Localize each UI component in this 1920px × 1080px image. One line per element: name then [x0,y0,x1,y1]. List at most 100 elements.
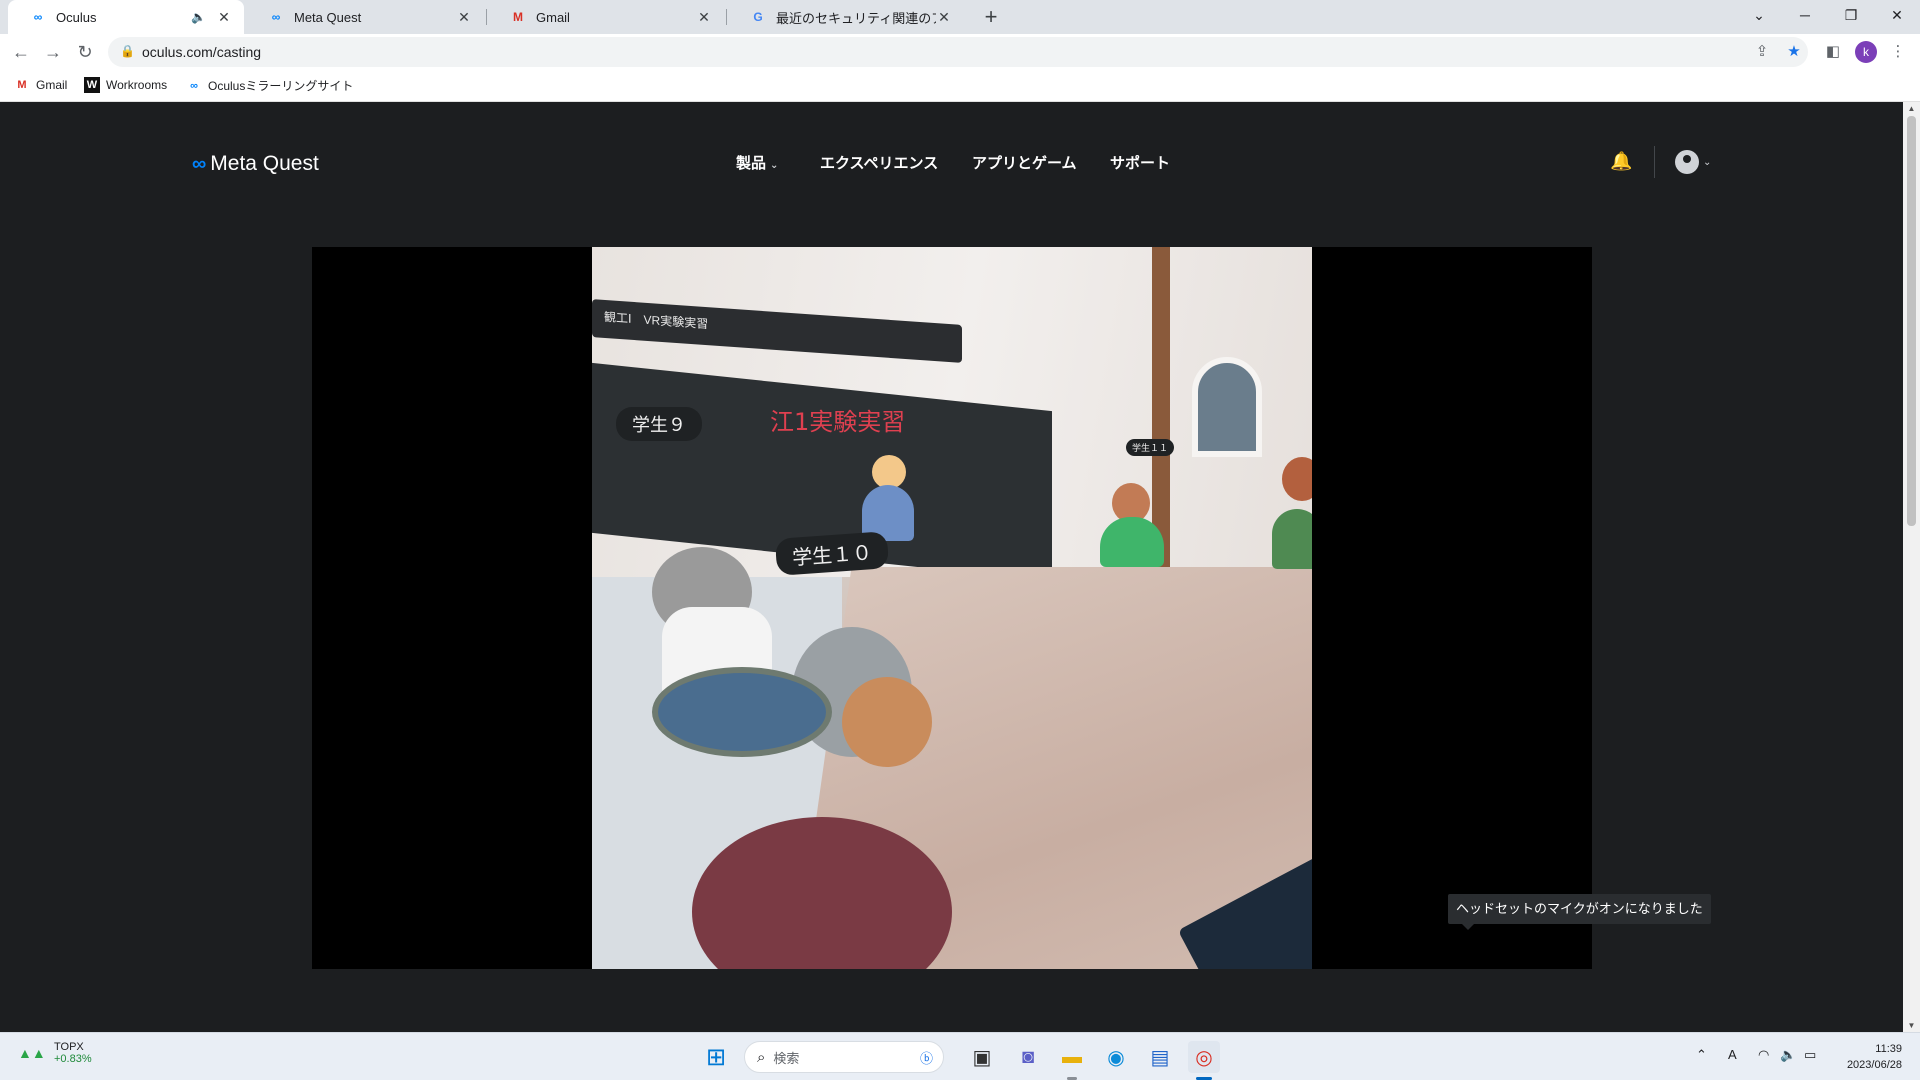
tab-search-button[interactable]: ⌄ [1736,0,1782,30]
store-icon[interactable]: ▤ [1144,1041,1176,1073]
mic-on-tooltip: ヘッドセットのマイクがオンになりました [1448,894,1711,930]
search-icon: ⌕ [757,1048,766,1066]
volume-icon[interactable]: 🔈 [1780,1047,1796,1063]
close-icon[interactable]: ✕ [456,9,472,26]
tab-title: Gmail [536,9,570,25]
tab-title: Meta Quest [294,9,362,25]
avatar-body [1100,517,1164,567]
tab-security-activity[interactable]: G 最近のセキュリティ関連のアクティビテ ✕ [728,0,964,34]
edge-icon[interactable]: ◉ [1100,1041,1132,1073]
tab-oculus[interactable]: ∞ Oculus 🔈 ✕ [8,0,244,34]
wifi-icon[interactable]: ◠ [1758,1047,1769,1063]
meta-icon: ∞ [271,10,281,24]
meta-icon: ∞ [190,79,198,92]
gmail-icon: M [513,10,523,24]
stock-chart-icon: ▲▲ [18,1045,46,1061]
casting-video-player[interactable]: 観工Ⅰ VR実験実習 江1実験実習 学生９ 学生１０ 学生１１ [312,247,1592,969]
system-clock[interactable]: 11:39 2023/06/28 [1838,1041,1902,1073]
reload-button[interactable]: ↻ [73,40,97,64]
address-bar[interactable]: 🔒 oculus.com/casting [108,37,1808,67]
tab-separator [726,9,727,25]
share-icon[interactable]: ⇪ [1752,42,1772,62]
speaker-icon[interactable]: 🔈 [191,10,206,24]
chrome-icon[interactable]: ◎ [1188,1041,1220,1073]
bookmark-oculus-mirroring[interactable]: ∞ Oculusミラーリングサイト [186,77,353,94]
bookmark-label: Gmail [36,78,68,92]
forward-button[interactable]: → [41,40,65,64]
bookmark-label: Workrooms [106,78,168,92]
tab-meta-quest[interactable]: ∞ Meta Quest ✕ [246,0,484,34]
tab-separator [486,9,487,25]
nav-support[interactable]: サポート [1110,152,1170,173]
browser-toolbar: ← → ↻ 🔒 oculus.com/casting ⇪ ★ ◧ k ⋮ [0,34,1920,70]
file-explorer-icon[interactable]: ▬ [1056,1041,1088,1073]
nav-label: 製品 [736,155,767,172]
window-close-button[interactable]: ✕ [1874,0,1920,30]
battery-icon[interactable]: ▭ [1804,1047,1816,1063]
meta-icon: ∞ [33,10,43,24]
vr-chair [652,667,832,757]
tab-gmail[interactable]: M Gmail ✕ [488,0,724,34]
bookmarks-bar: M Gmail W Workrooms ∞ Oculusミラーリングサイト [0,70,1920,102]
close-icon[interactable]: ✕ [696,9,712,26]
account-menu[interactable]: ⌄ [1675,150,1711,174]
chevron-down-icon: ⌄ [770,160,779,171]
start-button[interactable]: ⊞ [700,1041,732,1073]
task-view-icon[interactable]: ▣ [966,1041,998,1073]
page-content: ∞ Meta Quest 製品 ⌄ エクスペリエンス アプリとゲーム サポート 🔔… [0,102,1903,1032]
restore-button[interactable]: ❐ [1828,0,1874,30]
workrooms-icon: W [84,77,100,93]
tab-strip: ∞ Oculus 🔈 ✕ ∞ Meta Quest ✕ M Gmail ✕ G … [0,0,1920,34]
bookmark-label: Oculusミラーリングサイト [208,79,354,93]
scroll-down-icon[interactable]: ▼ [1903,1021,1920,1030]
header-divider [1654,146,1655,178]
menu-icon[interactable]: ⋮ [1888,42,1908,62]
back-button[interactable]: ← [9,40,33,64]
bookmark-workrooms[interactable]: W Workrooms [84,77,167,93]
stock-widget[interactable]: ▲▲ TOPX +0.83% [18,1041,92,1065]
scroll-up-icon[interactable]: ▲ [1903,104,1920,113]
ime-icon[interactable]: A [1728,1047,1737,1062]
close-icon[interactable]: ✕ [936,9,952,26]
site-logo[interactable]: ∞ Meta Quest [192,152,319,176]
avatar-face [842,677,932,767]
teams-chat-icon[interactable]: ◙ [1012,1041,1044,1073]
new-tab-button[interactable]: + [978,4,1004,30]
avatar-nametag: 学生１１ [1126,439,1175,456]
avatar-body [1272,509,1312,569]
show-hidden-icons[interactable]: ⌃ [1696,1047,1707,1063]
tab-title: 最近のセキュリティ関連のアクティビテ [776,10,936,26]
avatar-head [872,455,906,489]
scrollbar-thumb[interactable] [1907,116,1916,526]
page-scrollbar[interactable]: ▲ ▼ [1903,102,1920,1032]
gmail-icon: M [17,79,27,91]
nav-products[interactable]: 製品 ⌄ [736,152,778,173]
nav-experiences[interactable]: エクスペリエンス [820,152,938,173]
vr-cast-frame: 観工Ⅰ VR実験実習 江1実験実習 学生９ 学生１０ 学生１１ [592,247,1312,969]
profile-avatar[interactable]: k [1855,41,1877,63]
url-text[interactable]: oculus.com/casting [142,44,261,60]
meta-logo-icon: ∞ [192,152,207,175]
side-panel-icon[interactable]: ◧ [1823,42,1843,62]
avatar-nametag: 学生１０ [774,531,890,576]
nav-apps-games[interactable]: アプリとゲーム [972,152,1077,173]
clock-date: 2023/06/28 [1846,1059,1902,1071]
account-icon [1675,150,1699,174]
search-placeholder: 検索 [773,1050,800,1066]
bookmark-gmail[interactable]: M Gmail [14,77,67,93]
minimize-button[interactable]: ─ [1782,0,1828,30]
google-icon: G [753,10,763,24]
taskbar-search[interactable]: ⌕ 検索 ⓑ [744,1041,944,1073]
windows-taskbar: ▲▲ TOPX +0.83% ⊞ ⌕ 検索 ⓑ ▣ ◙ ▬ ◉ ▤ ◎ ⌃ A … [0,1032,1920,1080]
widget-name: TOPX [54,1041,84,1053]
close-icon[interactable]: ✕ [216,9,232,26]
widget-change: +0.83% [54,1053,92,1065]
lock-icon[interactable]: 🔒 [120,44,135,58]
notification-bell-icon[interactable]: 🔔 [1610,151,1632,175]
vr-window [1192,357,1262,457]
clock-time: 11:39 [1875,1043,1902,1055]
whiteboard-title: 江1実験実習 [770,408,906,436]
tab-title: Oculus [56,9,97,25]
bookmark-star-icon[interactable]: ★ [1784,42,1804,62]
chevron-down-icon: ⌄ [1703,156,1712,168]
